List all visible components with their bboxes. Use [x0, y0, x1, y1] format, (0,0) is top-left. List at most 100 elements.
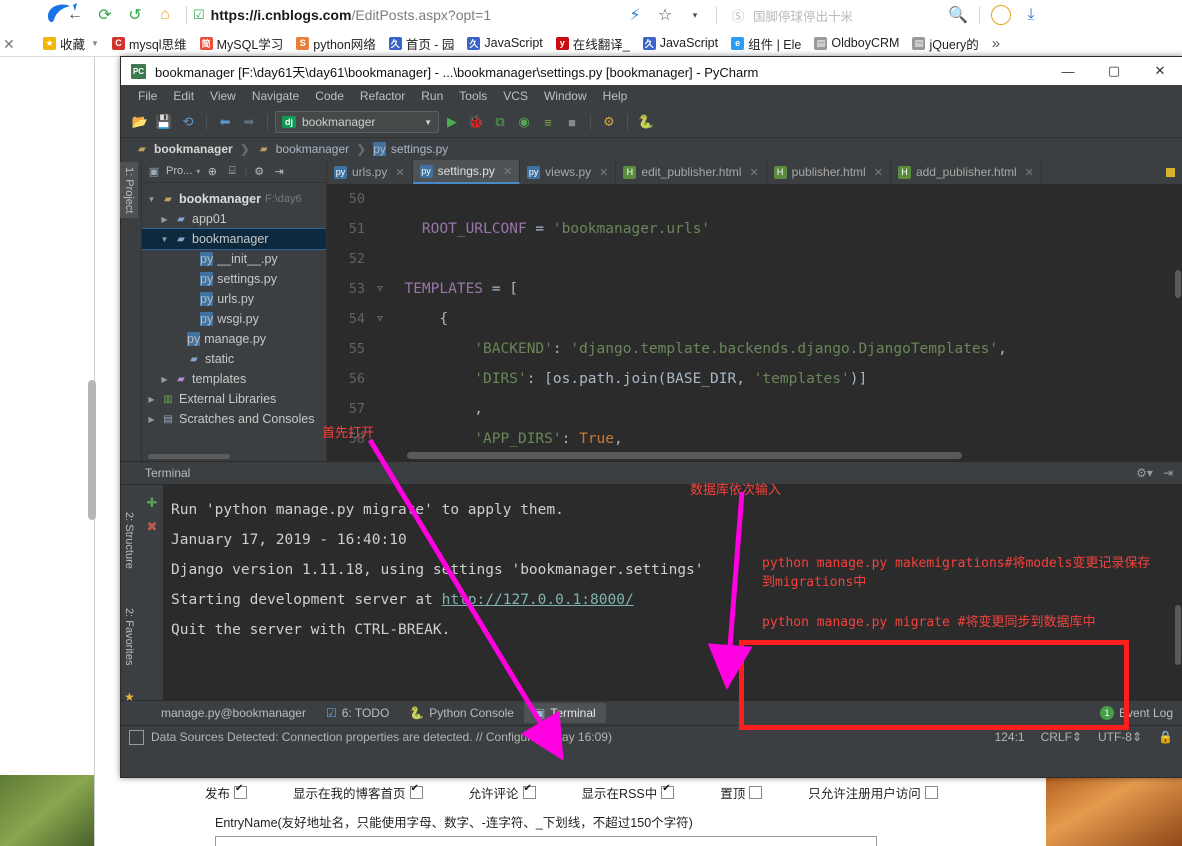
tree-node-initpy[interactable]: py __init__.py [142, 249, 326, 269]
chevron-down-icon[interactable]: ▼ [424, 118, 432, 127]
sidebar-close-icon[interactable]: ✕ [3, 36, 15, 53]
bookmark-item[interactable]: ▤ jQuery的 [907, 32, 983, 55]
entry-name-input[interactable] [215, 836, 877, 846]
tree-node-settingspy[interactable]: py settings.py [142, 269, 326, 289]
back-icon[interactable]: ⬅ [214, 111, 236, 133]
breadcrumb-item[interactable]: ▰ bookmanager [131, 141, 237, 157]
project-panel-label[interactable]: Pro... [166, 165, 192, 177]
menu-item-file[interactable]: File [130, 87, 165, 105]
terminal-link[interactable]: http://127.0.0.1:8000/ [442, 592, 634, 608]
close-icon[interactable]: ✕ [395, 166, 404, 179]
sync-icon[interactable]: ⟲ [177, 111, 199, 133]
tree-node-externallibraries[interactable]: ▶ ▥ External Libraries [142, 389, 326, 409]
tree-node-app01[interactable]: ▶ ▰ app01 [142, 209, 326, 229]
terminal-output[interactable]: Run 'python manage.py migrate' to apply … [163, 485, 1173, 700]
line-separator[interactable]: CRLF⇕ [1041, 730, 1082, 744]
caret-position[interactable]: 124:1 [995, 730, 1025, 744]
stop-icon[interactable]: ■ [561, 111, 583, 133]
bookmark-item[interactable]: y 在线翻译_ [551, 32, 635, 55]
menu-item-tools[interactable]: Tools [451, 87, 495, 105]
lightning-icon[interactable]: ⚡ [620, 0, 650, 30]
bookmark-item[interactable]: ★ 收藏 ▼ [38, 32, 104, 55]
menu-item-view[interactable]: View [202, 87, 244, 105]
debug-icon[interactable]: 🐞 [465, 111, 487, 133]
expand-toggle-icon[interactable]: ▶ [159, 215, 170, 224]
checkbox-icon[interactable] [522, 783, 536, 799]
python-console-icon[interactable]: 🐍 [635, 111, 657, 133]
sidebar-item-favorites[interactable]: 2: Favorites [120, 603, 138, 670]
close-icon[interactable]: ✕ [503, 165, 512, 178]
editor-tab-editpublisherhtml[interactable]: Hedit_publisher.html ✕ [616, 160, 767, 184]
checkbox-icon[interactable] [749, 786, 763, 799]
bottom-tab-pythonconsole[interactable]: 🐍 Python Console [399, 703, 524, 723]
menu-item-window[interactable]: Window [536, 87, 595, 105]
close-icon[interactable]: ✕ [599, 166, 608, 179]
editor-tab-addpublisherhtml[interactable]: Hadd_publisher.html ✕ [891, 160, 1042, 184]
hide-icon[interactable]: ⇥ [1163, 466, 1173, 480]
bookmark-item[interactable]: ▤ OldboyCRM [809, 34, 904, 52]
code-fold-icon[interactable]: ▽ [373, 304, 387, 334]
expand-toggle-icon[interactable]: ▼ [146, 195, 157, 204]
breadcrumb-item[interactable]: py settings.py [369, 141, 452, 157]
menu-item-run[interactable]: Run [413, 87, 451, 105]
bookmark-item[interactable]: 久 JavaScript [462, 34, 547, 52]
bookmarks-overflow-button[interactable]: » [987, 33, 1005, 54]
search-box[interactable]: Ⓢ 国脚停球停出十米 [723, 0, 943, 30]
close-button[interactable]: ✕ [1137, 57, 1182, 85]
forward-icon[interactable]: ➡ [238, 111, 260, 133]
menu-item-help[interactable]: Help [595, 87, 636, 105]
menu-item-refactor[interactable]: Refactor [352, 87, 413, 105]
editor-tab-settingspy[interactable]: py settings.py ✕ [412, 160, 521, 184]
terminal-scrollbar[interactable] [1175, 605, 1181, 665]
menu-item-code[interactable]: Code [307, 87, 352, 105]
gear-icon[interactable]: ⚙▾ [1136, 466, 1153, 480]
minimize-button[interactable]: — [1045, 57, 1091, 85]
tree-node-managepy[interactable]: py manage.py [142, 329, 326, 349]
form-checkbox[interactable]: 只允许注册用户访问 [808, 783, 938, 802]
search-input[interactable]: 国脚停球停出十米 [753, 6, 853, 25]
add-icon[interactable]: ✚ [147, 495, 158, 511]
hide-icon[interactable]: ⇥ [271, 163, 287, 179]
expand-toggle-icon[interactable]: ▼ [159, 235, 170, 244]
event-log-area[interactable]: 1 Event Log [1099, 706, 1182, 720]
sidebar-item-project[interactable]: 1: Project [120, 162, 138, 219]
chevron-down-icon[interactable]: ▾ [196, 167, 200, 176]
bookmark-item[interactable]: Cmysql思维 [107, 32, 192, 55]
close-icon[interactable]: ✕ [1025, 166, 1034, 179]
back-icon[interactable]: ← [60, 0, 90, 30]
profile-icon[interactable]: ◉ [513, 111, 535, 133]
run-with-config-icon[interactable]: ≡ [537, 111, 559, 133]
form-checkbox[interactable]: 置顶 [720, 783, 763, 802]
bookmark-item[interactable]: e 组件 | Ele [726, 32, 806, 55]
bookmark-item[interactable]: 久首页 - 园 [384, 32, 460, 55]
search-icon[interactable]: 🔍 [943, 0, 973, 30]
form-checkbox[interactable]: 显示在我的博客首页 [293, 783, 423, 802]
run-configuration-selector[interactable]: dj bookmanager ▼ [275, 111, 439, 133]
chevron-down-icon[interactable]: ▾ [680, 0, 710, 30]
editor-warning-marker[interactable] [1166, 168, 1175, 177]
maximize-button[interactable]: ▢ [1091, 57, 1137, 85]
close-icon[interactable]: ✕ [874, 166, 883, 179]
expand-toggle-icon[interactable]: ▶ [146, 415, 157, 424]
close-icon[interactable]: ✖ [147, 519, 158, 535]
run-icon[interactable]: ▶ [441, 111, 463, 133]
editor-vertical-scrollbar[interactable] [1175, 270, 1181, 298]
status-message[interactable]: Data Sources Detected: Connection proper… [151, 730, 612, 744]
editor-horizontal-scrollbar[interactable] [407, 452, 962, 459]
bookmark-item[interactable]: 久 JavaScript [638, 34, 723, 52]
target-icon[interactable]: ⊕ [204, 163, 220, 179]
tree-node-static[interactable]: ▰ static [142, 349, 326, 369]
checkbox-icon[interactable] [234, 783, 248, 799]
bookmark-item[interactable]: Spython网络 [291, 32, 381, 55]
code-fold-icon[interactable]: ▽ [373, 274, 387, 304]
star-icon[interactable]: ☆ [650, 0, 680, 30]
save-icon[interactable]: 💾 [153, 111, 175, 133]
close-icon[interactable]: ✕ [749, 166, 758, 179]
project-horizontal-scrollbar[interactable] [142, 452, 326, 461]
breadcrumb-item[interactable]: ▰ bookmanager [253, 141, 353, 157]
expand-toggle-icon[interactable]: ▶ [159, 375, 170, 384]
expand-toggle-icon[interactable]: ▶ [146, 395, 157, 404]
checkbox-icon[interactable] [661, 783, 675, 799]
settings-icon[interactable]: ⚙ [598, 111, 620, 133]
undo-icon[interactable]: ↺ [120, 0, 150, 30]
